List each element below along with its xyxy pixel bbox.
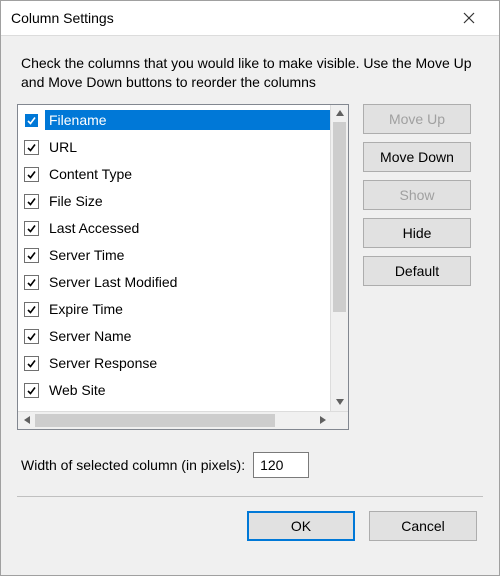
move-down-button[interactable]: Move Down (363, 142, 471, 172)
column-settings-dialog: Column Settings Check the columns that y… (0, 0, 500, 576)
checkmark-icon (26, 385, 37, 396)
column-label: File Size (45, 191, 331, 211)
move-up-label: Move Up (389, 111, 445, 127)
move-up-button[interactable]: Move Up (363, 104, 471, 134)
column-label: Web Site (45, 380, 331, 400)
move-down-label: Move Down (380, 149, 454, 165)
horizontal-scroll-thumb[interactable] (35, 414, 275, 427)
checkmark-icon (26, 304, 37, 315)
checkmark-icon (26, 169, 37, 180)
list-item[interactable]: URL (18, 134, 331, 161)
column-label: Expire Time (45, 299, 331, 319)
checkmark-icon (26, 196, 37, 207)
list-item[interactable]: File Size (18, 188, 331, 215)
list-item[interactable]: Web Site (18, 377, 331, 404)
cancel-button[interactable]: Cancel (369, 511, 477, 541)
list-item[interactable]: Last Accessed (18, 215, 331, 242)
scroll-up-button[interactable] (331, 105, 348, 122)
column-label: Server Time (45, 245, 331, 265)
list-item[interactable]: Server Time (18, 242, 331, 269)
ok-label: OK (291, 518, 311, 534)
width-label: Width of selected column (in pixels): (21, 457, 245, 473)
scroll-down-button[interactable] (331, 394, 348, 411)
list-item[interactable]: Content Type (18, 161, 331, 188)
vertical-scroll-thumb[interactable] (333, 122, 346, 312)
checkmark-icon (26, 142, 37, 153)
dialog-body: Check the columns that you would like to… (1, 36, 499, 575)
checkmark-icon (26, 115, 37, 126)
column-checkbox[interactable] (24, 194, 39, 209)
columns-listbox[interactable]: Filename URL Content Type File Size Last Acc… (17, 104, 349, 430)
column-label: Content Type (45, 164, 331, 184)
default-button[interactable]: Default (363, 256, 471, 286)
middle-section: Filename URL Content Type File Size Last Acc… (17, 104, 483, 430)
column-checkbox[interactable] (24, 248, 39, 263)
separator (17, 496, 483, 497)
close-icon (463, 12, 475, 24)
columns-list-viewport: Filename URL Content Type File Size Last Acc… (18, 105, 348, 411)
close-button[interactable] (447, 3, 491, 33)
scroll-left-button[interactable] (18, 412, 35, 429)
column-checkbox[interactable] (24, 113, 39, 128)
dialog-title: Column Settings (11, 10, 447, 26)
horizontal-scrollbar[interactable] (18, 411, 348, 429)
column-checkbox[interactable] (24, 275, 39, 290)
horizontal-scroll-track[interactable] (35, 412, 314, 429)
show-label: Show (399, 187, 434, 203)
width-input[interactable] (253, 452, 309, 478)
column-checkbox[interactable] (24, 329, 39, 344)
column-label: Filename (45, 110, 331, 130)
show-button[interactable]: Show (363, 180, 471, 210)
column-checkbox[interactable] (24, 302, 39, 317)
list-item[interactable]: Server Response (18, 350, 331, 377)
list-item[interactable]: Server Last Modified (18, 269, 331, 296)
column-checkbox[interactable] (24, 356, 39, 371)
cancel-label: Cancel (401, 518, 445, 534)
hide-button[interactable]: Hide (363, 218, 471, 248)
column-label: Server Name (45, 326, 331, 346)
vertical-scrollbar[interactable] (330, 105, 348, 411)
checkmark-icon (26, 358, 37, 369)
column-checkbox[interactable] (24, 140, 39, 155)
hide-label: Hide (403, 225, 432, 241)
ok-button[interactable]: OK (247, 511, 355, 541)
chevron-left-icon (24, 416, 30, 424)
column-checkbox[interactable] (24, 221, 39, 236)
chevron-down-icon (336, 399, 344, 405)
list-item[interactable]: Filename (18, 107, 331, 134)
column-label: Last Accessed (45, 218, 331, 238)
vertical-scroll-track[interactable] (331, 122, 348, 394)
checkmark-icon (26, 250, 37, 261)
column-label: Server Last Modified (45, 272, 331, 292)
dialog-footer: OK Cancel (17, 511, 483, 551)
column-label: URL (45, 137, 331, 157)
column-checkbox[interactable] (24, 383, 39, 398)
default-label: Default (395, 263, 439, 279)
checkmark-icon (26, 223, 37, 234)
side-buttons: Move Up Move Down Show Hide Default (363, 104, 471, 430)
checkmark-icon (26, 331, 37, 342)
list-item[interactable]: Expire Time (18, 296, 331, 323)
width-row: Width of selected column (in pixels): (21, 452, 479, 478)
scroll-right-button[interactable] (314, 412, 331, 429)
list-item[interactable]: Server Name (18, 323, 331, 350)
instructions-text: Check the columns that you would like to… (21, 54, 479, 92)
column-label: Server Response (45, 353, 331, 373)
chevron-right-icon (320, 416, 326, 424)
scrollbar-corner (331, 412, 348, 429)
checkmark-icon (26, 277, 37, 288)
chevron-up-icon (336, 110, 344, 116)
titlebar: Column Settings (1, 1, 499, 36)
column-checkbox[interactable] (24, 167, 39, 182)
